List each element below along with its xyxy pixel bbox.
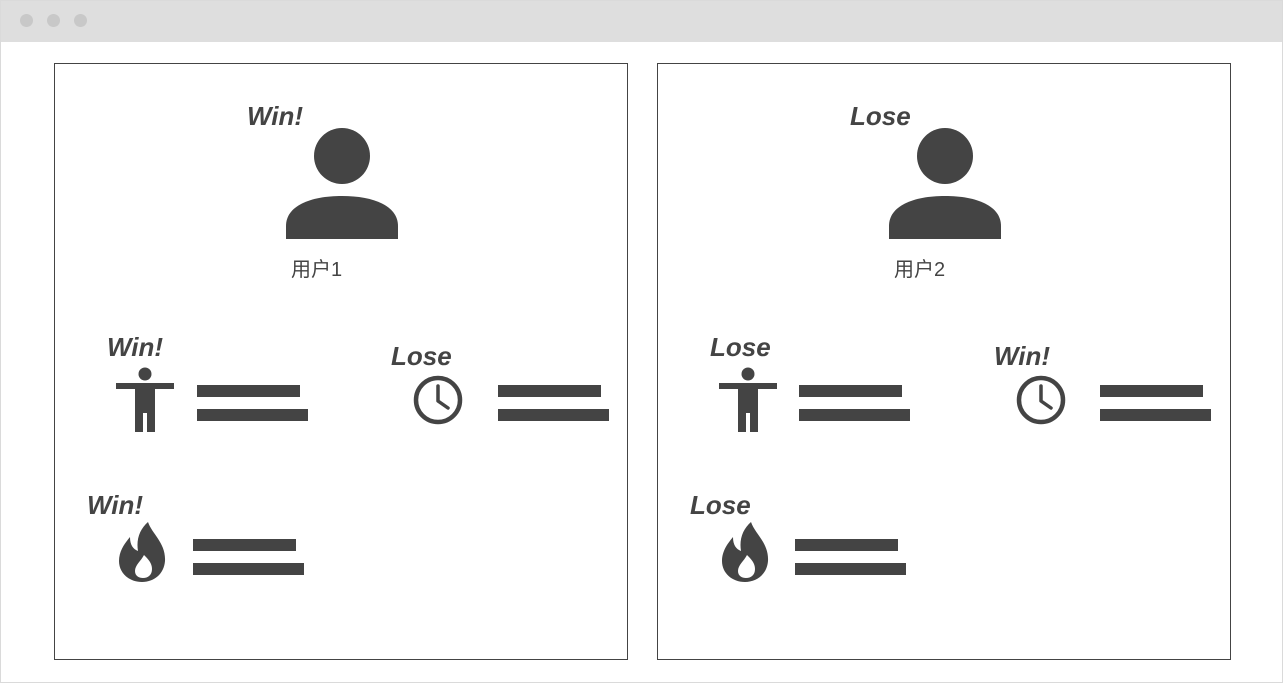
app-window: Win! 用户1 Win! Lose Win! Lose 用户2 Lose Wi… bbox=[0, 0, 1283, 683]
stat-bar-primary bbox=[193, 539, 296, 551]
clock-icon bbox=[1016, 375, 1066, 425]
user-avatar-icon bbox=[286, 128, 398, 239]
stat-result-label: Win! bbox=[107, 332, 164, 362]
username-label: 用户1 bbox=[291, 259, 343, 281]
player-panel-1: Win! 用户1 Win! Lose Win! bbox=[54, 63, 628, 660]
stat-bar-secondary bbox=[795, 563, 906, 575]
clock-icon bbox=[413, 375, 463, 425]
window-close-button[interactable] bbox=[20, 14, 33, 27]
stat-bar-primary bbox=[795, 539, 898, 551]
window-maximize-button[interactable] bbox=[74, 14, 87, 27]
stat-result-label: Lose bbox=[690, 490, 751, 520]
user-avatar-icon bbox=[889, 128, 1001, 239]
stat-bar-secondary bbox=[498, 409, 609, 421]
window-titlebar bbox=[1, 1, 1282, 42]
stat-bar-primary bbox=[799, 385, 902, 397]
stat-result-label: Win! bbox=[87, 490, 144, 520]
username-label: 用户2 bbox=[894, 259, 946, 281]
stat-bar-secondary bbox=[799, 409, 910, 421]
stat-bar-primary bbox=[1100, 385, 1203, 397]
window-minimize-button[interactable] bbox=[47, 14, 60, 27]
stat-result-label: Lose bbox=[391, 341, 452, 371]
stat-result-label: Win! bbox=[994, 341, 1051, 371]
flame-icon bbox=[722, 522, 769, 582]
person-arms-out-icon bbox=[116, 367, 174, 432]
stat-bar-secondary bbox=[1100, 409, 1211, 421]
player-panel-2: Lose 用户2 Lose Win! Lose bbox=[657, 63, 1231, 660]
stat-bar-primary bbox=[498, 385, 601, 397]
stat-bar-secondary bbox=[193, 563, 304, 575]
stat-bar-primary bbox=[197, 385, 300, 397]
person-arms-out-icon bbox=[719, 367, 777, 432]
stat-result-label: Lose bbox=[710, 332, 771, 362]
flame-icon bbox=[119, 522, 166, 582]
stat-bar-secondary bbox=[197, 409, 308, 421]
